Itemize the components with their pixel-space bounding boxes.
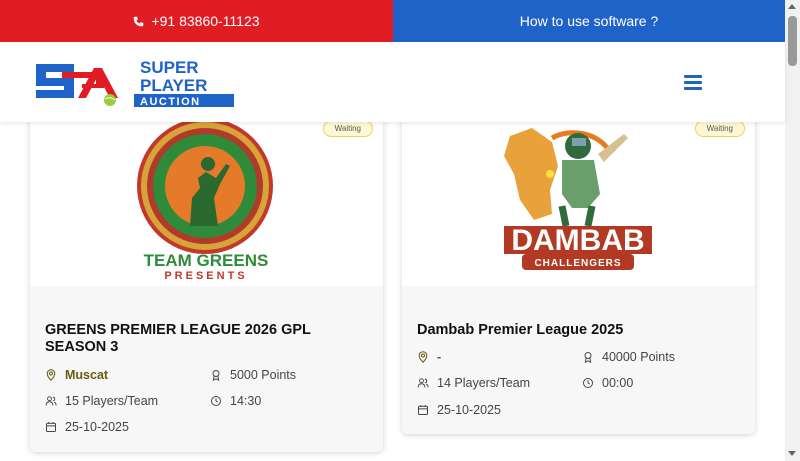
location-pin-icon: [46, 369, 56, 381]
location-row: Muscat: [45, 368, 108, 382]
users-icon: [417, 378, 429, 388]
card-body: Dambab Premier League 2025 - 40000 Point…: [402, 286, 755, 434]
svg-text:PLAYER: PLAYER: [140, 76, 207, 95]
hamburger-icon: [684, 75, 702, 78]
svg-text:DAMBAB: DAMBAB: [511, 224, 644, 257]
how-to-use-link[interactable]: How to use software ?: [393, 0, 785, 42]
points-text: 5000 Points: [230, 368, 297, 382]
points-text: 40000 Points: [602, 350, 675, 364]
phone-number: +91 83860-11123: [151, 13, 260, 29]
phone-icon: [134, 16, 144, 26]
players-text: 15 Players/Team: [65, 394, 159, 408]
card-title: GREENS PREMIER LEAGUE 2026 GPL SEASON 3: [45, 322, 311, 355]
auction-card[interactable]: DAMBAB CHALLENGERS Waiting Dambab Premie…: [402, 108, 755, 434]
award-icon: [584, 352, 592, 363]
date-row: 25-10-2025: [45, 420, 129, 434]
date-text: 25-10-2025: [65, 420, 129, 434]
calendar-icon: [418, 405, 428, 415]
location-row: -: [417, 350, 441, 364]
card-logo-area: DAMBAB CHALLENGERS Waiting: [402, 108, 755, 286]
super-player-auction-logo[interactable]: SUPER PLAYER AUCTION: [34, 54, 236, 109]
page: +91 83860-11123 How to use software ? SU…: [0, 0, 800, 461]
svg-text:AUCTION: AUCTION: [140, 96, 201, 108]
svg-text:SUPER: SUPER: [140, 58, 199, 77]
points-row: 5000 Points: [210, 368, 296, 382]
card-title: Dambab Premier League 2025: [417, 322, 624, 338]
scroll-up-arrow-icon[interactable]: [788, 4, 796, 9]
auction-card[interactable]: TEAM GREENS PRESENTS Waiting GREENS PREM…: [30, 108, 383, 452]
card-logo-area: TEAM GREENS PRESENTS Waiting: [30, 108, 383, 286]
phone-link[interactable]: +91 83860-11123: [0, 0, 393, 42]
hamburger-menu-button[interactable]: [684, 75, 702, 91]
card-body: GREENS PREMIER LEAGUE 2026 GPL SEASON 3 …: [30, 286, 383, 452]
users-icon: [45, 396, 57, 406]
auction-card-list: TEAM GREENS PRESENTS Waiting GREENS PREM…: [0, 108, 785, 461]
location-text: Muscat: [65, 368, 109, 382]
players-row: 15 Players/Team: [45, 394, 158, 408]
time-row: 14:30: [210, 394, 261, 408]
calendar-icon: [46, 422, 56, 432]
time-text: 14:30: [230, 394, 262, 408]
time-row: 00:00: [582, 376, 633, 390]
svg-text:PRESENTS: PRESENTS: [164, 270, 247, 282]
top-bar: +91 83860-11123 How to use software ?: [0, 0, 785, 42]
status-badge: Waiting: [322, 120, 373, 137]
players-row: 14 Players/Team: [417, 376, 530, 390]
date-row: 25-10-2025: [417, 403, 501, 417]
date-text: 25-10-2025: [437, 403, 501, 417]
players-text: 14 Players/Team: [437, 376, 531, 390]
clock-icon: [211, 396, 221, 406]
scroll-down-arrow-icon[interactable]: [788, 451, 796, 456]
site-header: SUPER PLAYER AUCTION: [0, 42, 785, 122]
time-text: 00:00: [602, 376, 634, 390]
points-row: 40000 Points: [582, 350, 675, 364]
clock-icon: [583, 378, 593, 388]
svg-text:TEAM GREENS: TEAM GREENS: [144, 251, 269, 270]
status-badge: Waiting: [694, 120, 745, 137]
scrollbar-thumb[interactable]: [788, 16, 797, 66]
page-scrollbar[interactable]: [785, 0, 800, 461]
award-icon: [212, 370, 220, 381]
svg-text:CHALLENGERS: CHALLENGERS: [534, 258, 621, 269]
location-pin-icon: [418, 351, 428, 363]
location-text: -: [437, 350, 442, 364]
